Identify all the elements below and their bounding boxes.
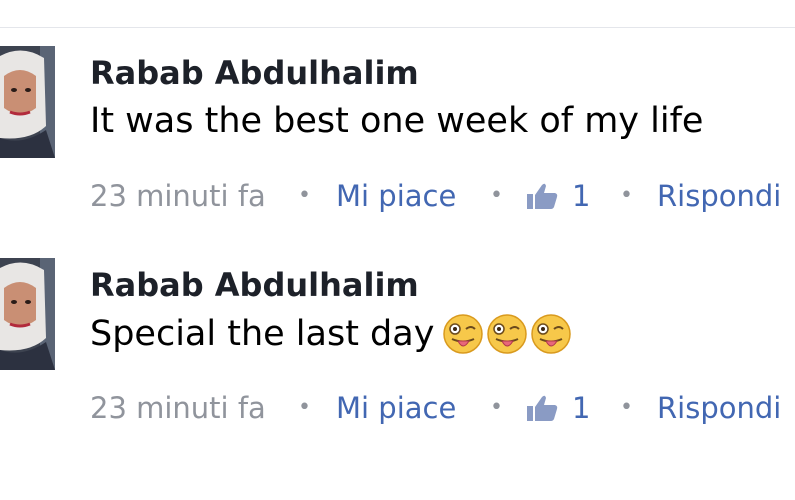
thumbs-up-icon xyxy=(527,183,558,209)
separator-dot: • xyxy=(490,183,503,208)
comment-item: Rabab Abdulhalim Special the last day 23… xyxy=(0,258,795,458)
comment-text: It was the best one week of my life xyxy=(90,101,703,141)
comment-author[interactable]: Rabab Abdulhalim xyxy=(90,266,419,304)
avatar[interactable] xyxy=(0,258,55,370)
winking-tongue-out-emoji-icon xyxy=(487,314,528,354)
reply-button[interactable]: Rispondi xyxy=(657,388,781,428)
comment-item: Rabab Abdulhalim It was the best one wee… xyxy=(0,46,795,246)
comment-text-content: Special the last day xyxy=(90,314,435,354)
separator-dot: • xyxy=(298,183,311,208)
comment-timestamp[interactable]: 23 minuti fa xyxy=(90,176,266,216)
winking-tongue-out-emoji-icon xyxy=(531,314,572,354)
comment-actions: 23 minuti fa • Mi piace • 1 • Rispondi xyxy=(90,388,795,428)
comment-timestamp[interactable]: 23 minuti fa xyxy=(90,388,266,428)
top-divider xyxy=(0,27,795,28)
comment-actions: 23 minuti fa • Mi piace • 1 • Rispondi xyxy=(90,176,795,216)
like-count-value: 1 xyxy=(572,391,591,425)
like-count[interactable]: 1 xyxy=(526,388,590,428)
separator-dot: • xyxy=(490,395,503,420)
comment-author[interactable]: Rabab Abdulhalim xyxy=(90,54,419,92)
like-button[interactable]: Mi piace xyxy=(336,388,456,428)
like-count[interactable]: 1 xyxy=(526,176,590,216)
avatar[interactable] xyxy=(0,46,55,158)
separator-dot: • xyxy=(298,395,311,420)
like-button[interactable]: Mi piace xyxy=(336,176,456,216)
separator-dot: • xyxy=(620,395,633,420)
separator-dot: • xyxy=(620,183,633,208)
reply-button[interactable]: Rispondi xyxy=(657,176,781,216)
comment-text: Special the last day xyxy=(90,313,572,355)
thumbs-up-icon xyxy=(527,395,558,421)
comment-text-content: It was the best one week of my life xyxy=(90,101,704,141)
winking-tongue-out-emoji-icon xyxy=(443,314,484,354)
emoji-group xyxy=(442,313,572,355)
like-count-value: 1 xyxy=(572,179,591,213)
